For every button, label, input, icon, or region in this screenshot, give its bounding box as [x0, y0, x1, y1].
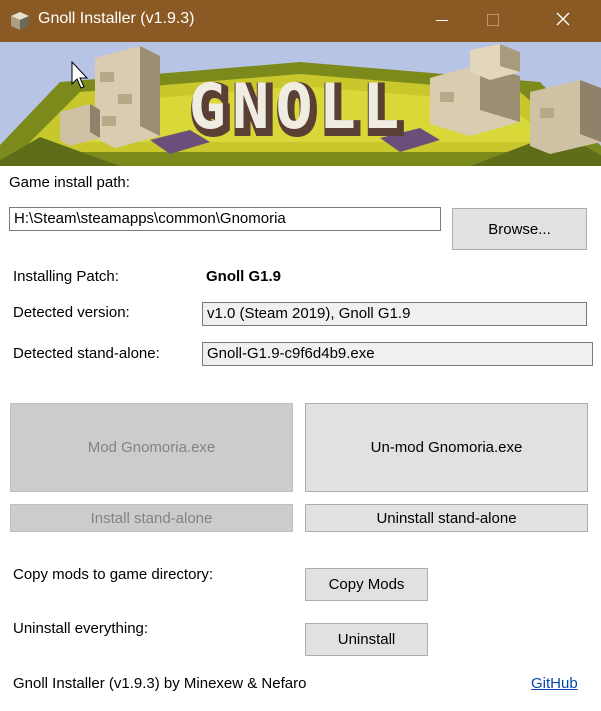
- banner-art: GNOLL GNOLL: [0, 44, 601, 166]
- header-banner: GNOLL GNOLL: [0, 42, 601, 166]
- installing-patch-label: Installing Patch:: [13, 268, 119, 285]
- minimize-icon: [436, 13, 448, 30]
- uninstall-button[interactable]: Uninstall: [305, 623, 428, 656]
- uninstall-standalone-button[interactable]: Uninstall stand-alone: [305, 504, 588, 532]
- install-path-input[interactable]: H:\Steam\steamapps\common\Gnomoria: [9, 207, 441, 231]
- logo-text: GNOLL: [189, 70, 406, 143]
- detected-version-label: Detected version:: [13, 304, 130, 321]
- copy-mods-button[interactable]: Copy Mods: [305, 568, 428, 601]
- install-path-label: Game install path:: [9, 174, 130, 191]
- close-button[interactable]: [540, 0, 586, 42]
- mod-gnomoria-button[interactable]: Mod Gnomoria.exe: [10, 403, 293, 492]
- window-title: Gnoll Installer (v1.9.3): [38, 10, 195, 27]
- detected-version-field[interactable]: v1.0 (Steam 2019), Gnoll G1.9: [202, 302, 587, 326]
- app-cube-icon: [10, 11, 30, 31]
- title-bar[interactable]: Gnoll Installer (v1.9.3): [0, 0, 601, 42]
- copy-mods-label: Copy mods to game directory:: [13, 566, 214, 583]
- minimize-button[interactable]: [419, 0, 465, 42]
- unmod-gnomoria-button[interactable]: Un-mod Gnomoria.exe: [305, 403, 588, 492]
- installing-patch-value: Gnoll G1.9: [206, 268, 282, 285]
- detected-standalone-label: Detected stand-alone:: [13, 345, 160, 362]
- maximize-button: [470, 0, 516, 42]
- install-standalone-button[interactable]: Install stand-alone: [10, 504, 293, 532]
- browse-button[interactable]: Browse...: [452, 208, 587, 250]
- close-icon: [556, 12, 570, 30]
- credits-text: Gnoll Installer (v1.9.3) by Minexew & Ne…: [13, 675, 307, 692]
- detected-standalone-field[interactable]: Gnoll-G1.9-c9f6d4b9.exe: [202, 342, 593, 366]
- uninstall-everything-label: Uninstall everything:: [13, 620, 149, 637]
- github-link[interactable]: GitHub: [531, 675, 578, 692]
- maximize-icon: [487, 13, 499, 30]
